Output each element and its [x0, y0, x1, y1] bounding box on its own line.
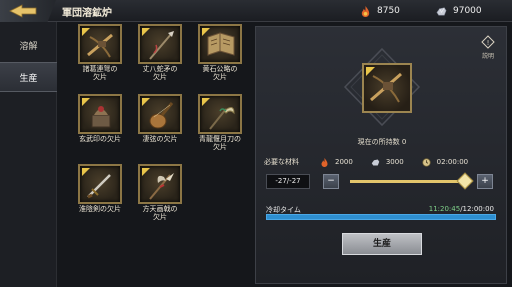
- required-materials: 必要な材料 2000 3000 02:00:00: [264, 155, 500, 169]
- req-fire-value: 2000: [335, 158, 353, 166]
- svg-text:!: !: [487, 39, 490, 47]
- item-slot[interactable]: [138, 24, 182, 64]
- item-slot[interactable]: [138, 164, 182, 204]
- item-slot[interactable]: [198, 24, 242, 64]
- production-panel: ! 説明 現在の所持数 0 必要な材料 2000 3000 02:00:00 -…: [255, 26, 507, 284]
- selected-item-slot: [362, 63, 412, 113]
- required-label: 必要な材料: [264, 158, 299, 166]
- item-name: 黄石公略の 欠片: [202, 65, 238, 81]
- decrease-button[interactable]: −: [323, 174, 339, 189]
- item-cell[interactable]: 方天画戟の 欠片: [132, 164, 188, 221]
- selected-item-emblem: [343, 47, 421, 135]
- info-label: 説明: [481, 53, 494, 60]
- info-button[interactable]: ! 説明: [478, 35, 498, 60]
- cooldown-current: 11:20:45: [428, 205, 461, 213]
- cooldown-row: 冷却タイム 11:20:45/12:00:00: [266, 205, 500, 220]
- item-cell[interactable]: 凄弦の欠片: [132, 94, 188, 143]
- item-name: 諸葛連弩の 欠片: [82, 65, 118, 81]
- req-silver-value: 3000: [385, 158, 404, 166]
- item-name: 丈八蛇矛の 欠片: [142, 65, 178, 81]
- scroll-book-icon: [207, 32, 235, 56]
- req-silver: 3000: [371, 158, 404, 167]
- item-slot[interactable]: [78, 164, 122, 204]
- owned-count: 現在の所持数 0: [357, 138, 407, 146]
- item-cell[interactable]: 丈八蛇矛の 欠片: [132, 24, 188, 81]
- sword-icon: [87, 174, 111, 199]
- item-slot[interactable]: [138, 94, 182, 134]
- cooldown-total: /12:00:00: [460, 205, 494, 213]
- back-arrow-icon: [9, 4, 37, 18]
- item-cell[interactable]: 淮陰剣の欠片: [72, 164, 128, 213]
- top-bar: 軍団溶鉱炉 8750 97000: [0, 0, 512, 22]
- silver-resource: 97000: [436, 4, 482, 18]
- crossbow-icon: [87, 33, 113, 58]
- side-tabs: 溶解 生産: [0, 22, 57, 287]
- cooldown-time: 11:20:45/12:00:00: [429, 205, 494, 213]
- quantity-slider[interactable]: [350, 180, 470, 183]
- item-name: 凄弦の欠片: [142, 135, 178, 143]
- back-button[interactable]: [0, 0, 56, 22]
- fire-value: 8750: [377, 6, 400, 16]
- seal-icon: [91, 106, 111, 128]
- item-cell[interactable]: 諸葛連弩の 欠片: [72, 24, 128, 81]
- crossbow-icon: [370, 72, 402, 103]
- cooldown-progress-bar: [266, 214, 496, 220]
- tab-produce[interactable]: 生産: [0, 62, 57, 92]
- item-cell[interactable]: 玄武印の欠片: [72, 94, 128, 143]
- quantity-row: -27/-27 − +: [266, 172, 500, 191]
- silver-value: 97000: [453, 6, 482, 16]
- req-time-value: 02:00:00: [436, 158, 469, 166]
- page-title: 軍団溶鉱炉: [62, 8, 112, 19]
- item-name: 淮陰剣の欠片: [79, 205, 121, 213]
- item-slot[interactable]: [198, 94, 242, 134]
- tab-dissolve[interactable]: 溶解: [0, 30, 57, 60]
- item-name: 玄武印の欠片: [79, 135, 121, 143]
- item-slot[interactable]: [78, 94, 122, 134]
- item-cell[interactable]: 青龍偃月刀の 欠片: [192, 94, 248, 151]
- fire-icon: [321, 157, 328, 167]
- item-name: 方天画戟の 欠片: [142, 205, 178, 221]
- lute-icon: [149, 102, 174, 129]
- fire-resource: 8750: [360, 4, 400, 18]
- increase-button[interactable]: +: [477, 174, 493, 189]
- item-cell[interactable]: 黄石公略の 欠片: [192, 24, 248, 81]
- silver-icon: [436, 7, 447, 15]
- spear-icon: [149, 31, 174, 60]
- item-name: 青龍偃月刀の 欠片: [199, 135, 241, 151]
- silver-icon: [371, 159, 380, 165]
- req-fire: 2000: [320, 157, 353, 167]
- halberd-icon: [149, 173, 174, 200]
- info-icon: !: [481, 35, 495, 49]
- item-grid: 諸葛連弩の 欠片 丈八蛇矛の 欠片 黄石公略の 欠片 玄武印の欠片 凄弦の欠片: [62, 22, 248, 287]
- clock-icon: [422, 157, 431, 167]
- fire-icon: [361, 5, 370, 17]
- item-slot[interactable]: [78, 24, 122, 64]
- produce-button[interactable]: 生産: [342, 233, 422, 255]
- quantity-field[interactable]: -27/-27: [266, 174, 310, 189]
- req-time: 02:00:00: [422, 157, 469, 167]
- slider-handle[interactable]: [456, 172, 474, 190]
- glaive-icon: [209, 107, 235, 130]
